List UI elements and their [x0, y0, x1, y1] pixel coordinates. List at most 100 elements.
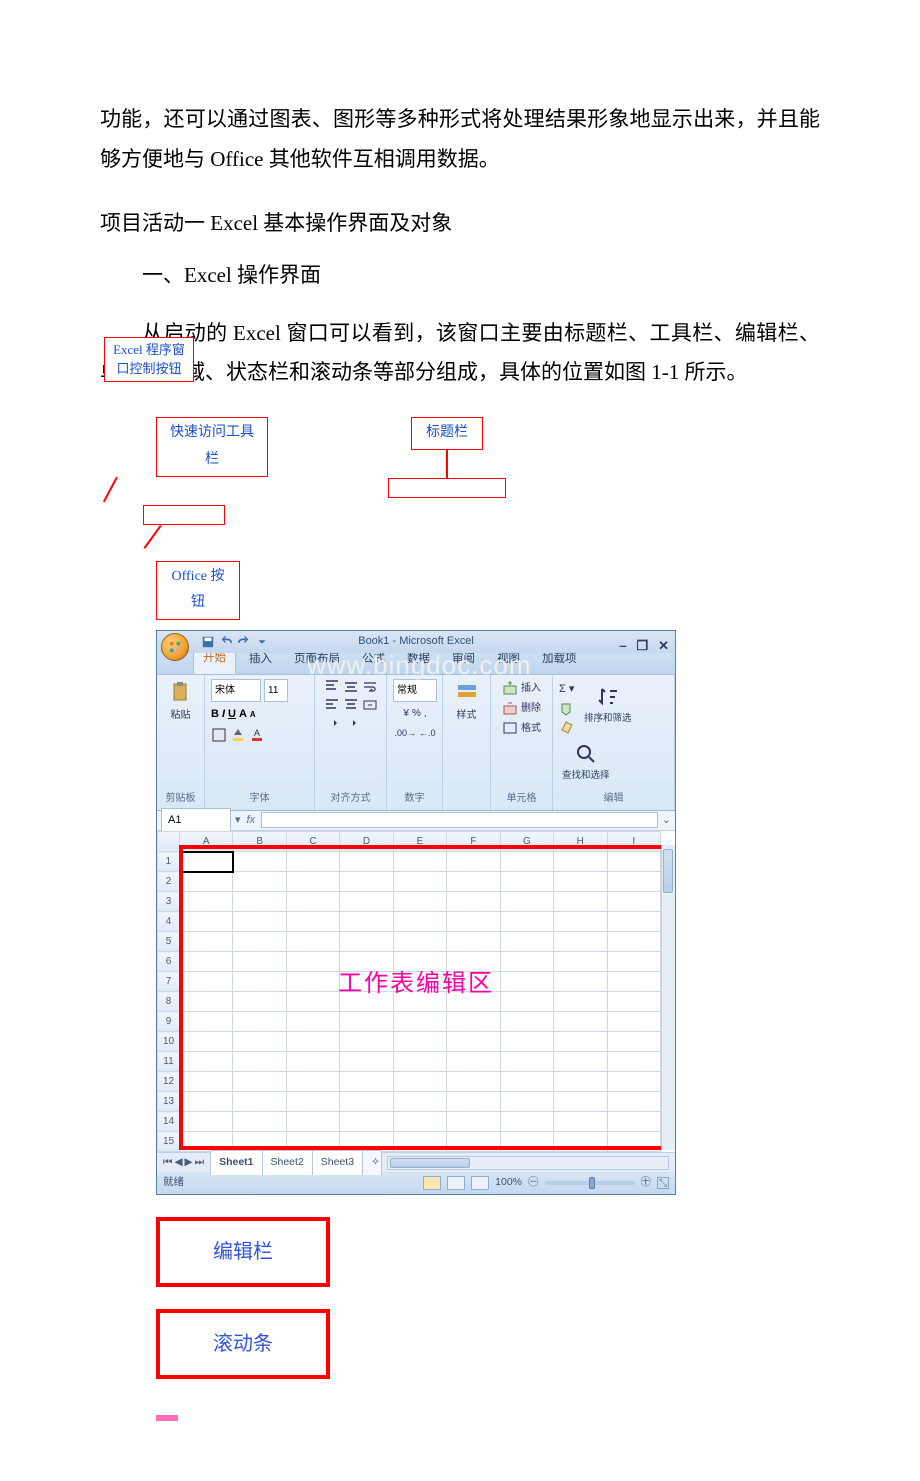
autosum-icon[interactable]: Σ ▾	[559, 679, 575, 700]
vertical-scrollbar[interactable]	[661, 845, 675, 1151]
font-size-select[interactable]: 11	[264, 679, 288, 702]
office-button[interactable]	[161, 633, 189, 661]
view-layout-icon[interactable]	[447, 1176, 465, 1190]
sheet-nav-first-icon[interactable]: ⏮	[163, 1153, 172, 1173]
col-header[interactable]: F	[447, 831, 500, 852]
fill-color-icon[interactable]	[230, 727, 246, 743]
italic-button[interactable]: I	[222, 704, 225, 725]
qat-dropdown-icon[interactable]	[255, 635, 269, 649]
save-icon[interactable]	[201, 635, 215, 649]
find-select-button[interactable]: 查找和选择	[559, 740, 613, 787]
sheet-tab-1[interactable]: Sheet1	[210, 1150, 262, 1175]
sheet-nav-last-icon[interactable]: ⏭	[195, 1153, 204, 1173]
section-title-1: 项目活动一 Excel 基本操作界面及对象	[100, 204, 820, 244]
col-header[interactable]: G	[500, 831, 553, 852]
underline-button[interactable]: U	[228, 704, 236, 725]
bold-button[interactable]: B	[211, 704, 219, 725]
indent-dec-icon[interactable]	[333, 715, 349, 731]
view-normal-icon[interactable]	[423, 1176, 441, 1190]
sheet-nav-prev-icon[interactable]: ◀	[174, 1153, 182, 1173]
restore-icon[interactable]: ❐	[636, 634, 648, 659]
ribbon-tabs: 开始 插入 页面布局 公式 数据 审阅 视图 加载项	[157, 653, 675, 675]
annot-scrollbar: 滚动条	[156, 1309, 330, 1379]
align-mid-icon[interactable]	[343, 679, 359, 695]
font-name-select[interactable]: 宋体	[211, 679, 261, 702]
view-break-icon[interactable]	[471, 1176, 489, 1190]
select-all-corner[interactable]	[158, 831, 180, 852]
sheet-tab-2[interactable]: Sheet2	[262, 1150, 313, 1175]
delete-cells-button[interactable]: 删除	[502, 699, 541, 718]
zoom-out-icon[interactable]: ㊀	[528, 1173, 539, 1193]
fx-icon[interactable]: fx	[241, 810, 262, 831]
dec-inc-icon[interactable]: .00→	[394, 725, 416, 742]
row-header[interactable]: 14	[158, 1112, 180, 1132]
sort-filter-button[interactable]: 排序和筛选	[581, 683, 635, 730]
row-header[interactable]: 13	[158, 1092, 180, 1112]
new-sheet-button[interactable]: ✧	[362, 1150, 382, 1175]
comma-icon[interactable]: ,	[424, 704, 427, 723]
currency-icon[interactable]: ¥	[403, 704, 409, 723]
font-shrink-icon[interactable]: A	[250, 707, 256, 722]
annot-edit-area: 工作表编辑区	[338, 962, 494, 1008]
col-header[interactable]: B	[233, 831, 286, 852]
sheet-nav-next-icon[interactable]: ▶	[185, 1153, 193, 1173]
row-header[interactable]: 4	[158, 912, 180, 932]
delete-icon	[502, 700, 518, 716]
row-header[interactable]: 5	[158, 932, 180, 952]
row-header[interactable]: 11	[158, 1052, 180, 1072]
insert-cells-button[interactable]: 插入	[502, 679, 541, 698]
formula-input[interactable]	[261, 812, 658, 828]
row-header[interactable]: 9	[158, 1012, 180, 1032]
wrap-icon[interactable]	[362, 679, 378, 695]
row-header[interactable]: 8	[158, 992, 180, 1012]
align-center-icon[interactable]	[343, 697, 359, 713]
cell-A1[interactable]	[180, 852, 233, 872]
row-header[interactable]: 6	[158, 952, 180, 972]
row-header[interactable]: 15	[158, 1132, 180, 1152]
format-cells-button[interactable]: 格式	[502, 719, 541, 738]
name-box[interactable]: A1	[161, 808, 231, 833]
formula-expand-icon[interactable]: ⌄	[662, 810, 675, 831]
col-header[interactable]: E	[393, 831, 446, 852]
zoom-in-icon[interactable]: ㊉	[641, 1173, 652, 1193]
zoom-slider[interactable]	[545, 1181, 635, 1185]
styles-button[interactable]: 样式	[449, 679, 484, 727]
col-header[interactable]: A	[180, 831, 233, 852]
horizontal-scrollbar[interactable]	[387, 1156, 669, 1170]
row-header[interactable]: 7	[158, 972, 180, 992]
sort-icon	[596, 685, 620, 709]
dec-dec-icon[interactable]: ←.0	[419, 725, 436, 742]
zoom-value: 100%	[495, 1173, 522, 1193]
paste-button[interactable]: 粘贴	[163, 679, 198, 727]
minimize-icon[interactable]: –	[619, 634, 626, 659]
font-color-icon[interactable]: A	[249, 727, 265, 743]
fill-icon[interactable]	[559, 701, 575, 717]
row-header[interactable]: 10	[158, 1032, 180, 1052]
styles-icon	[455, 681, 479, 705]
col-header[interactable]: D	[340, 831, 393, 852]
sheet-tab-3[interactable]: Sheet3	[312, 1150, 363, 1175]
row-header[interactable]: 3	[158, 892, 180, 912]
col-header[interactable]: C	[286, 831, 339, 852]
resize-grip-icon[interactable]: ⤡	[657, 1177, 669, 1189]
number-format-select[interactable]: 常规	[393, 679, 437, 702]
undo-icon[interactable]	[219, 635, 233, 649]
close-icon[interactable]: ✕	[658, 634, 669, 659]
status-text: 就绪	[163, 1173, 184, 1193]
redo-icon[interactable]	[237, 635, 251, 649]
col-header[interactable]: I	[607, 831, 661, 852]
col-header[interactable]: H	[554, 831, 607, 852]
row-header[interactable]: 2	[158, 872, 180, 892]
merge-icon[interactable]	[362, 697, 378, 713]
sheet-tabs-bar: ⏮ ◀ ▶ ⏭ Sheet1 Sheet2 Sheet3 ✧	[157, 1152, 675, 1172]
font-grow-icon[interactable]: A	[239, 704, 247, 725]
align-left-icon[interactable]	[324, 697, 340, 713]
row-header[interactable]: 12	[158, 1072, 180, 1092]
percent-icon[interactable]: %	[412, 704, 421, 723]
group-cells-label: 单元格	[497, 789, 546, 808]
clear-icon[interactable]	[559, 718, 575, 734]
border-icon[interactable]	[211, 727, 227, 743]
row-header[interactable]: 1	[158, 852, 180, 872]
indent-inc-icon[interactable]	[352, 715, 368, 731]
align-top-icon[interactable]	[324, 679, 340, 695]
